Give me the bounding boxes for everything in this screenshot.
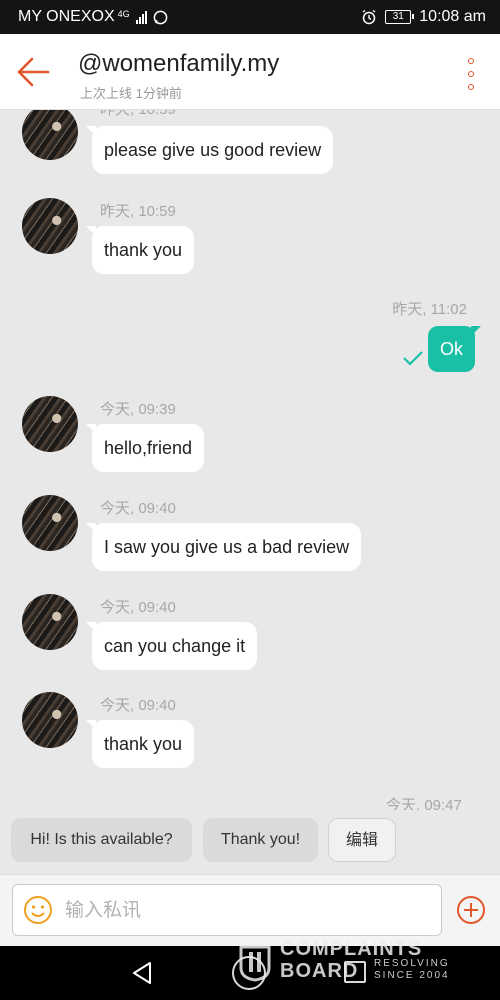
message-time: 昨天, 10:59 [100, 203, 176, 220]
avatar[interactable] [22, 594, 78, 650]
sent-check-icon [403, 351, 423, 366]
watermark-logo [239, 945, 271, 982]
message-time: 今天, 09:39 [100, 401, 176, 418]
message-bubble[interactable]: hello,friend [85, 424, 205, 472]
status-bar: MY ONEXOX 4G 31 10:08 am [0, 0, 500, 34]
watermark-tagline: SINCE 2004 [374, 970, 450, 981]
avatar[interactable] [22, 396, 78, 452]
avatar[interactable] [22, 198, 78, 254]
arrow-left-icon [17, 57, 50, 87]
message-bubble[interactable]: thank you [85, 720, 195, 768]
message-bubble[interactable]: thank you [85, 226, 195, 274]
avatar[interactable] [22, 692, 78, 748]
quick-replies: Hi! Is this available? Thank you! 编辑 [0, 810, 500, 874]
message-bubble[interactable]: can you change it [85, 622, 258, 670]
avatar[interactable] [22, 495, 78, 551]
edit-quick-replies-button[interactable]: 编辑 [328, 818, 396, 862]
more-vertical-icon[interactable] [464, 58, 478, 90]
message-bubble[interactable]: Ok [427, 326, 482, 372]
message-input[interactable] [65, 885, 435, 935]
quick-reply-chip[interactable]: Thank you! [203, 818, 318, 862]
whatsapp-icon [153, 10, 167, 24]
message-time: 昨天, 11:02 [392, 301, 467, 318]
composer [0, 874, 500, 946]
signal-icon [135, 10, 147, 24]
back-button[interactable] [14, 54, 54, 90]
message-time: 今天, 09:40 [100, 599, 176, 616]
avatar[interactable] [22, 110, 78, 160]
alarm-icon [362, 9, 376, 25]
watermark-tagline: RESOLVING [374, 958, 450, 969]
message-bubble[interactable]: please give us good review [85, 126, 334, 174]
watermark-text: BOARD [280, 960, 359, 982]
plus-circle-icon[interactable] [456, 895, 486, 925]
network-type: 4G [117, 9, 130, 19]
smiley-icon[interactable] [23, 895, 53, 925]
clock-time: 10:08 am [419, 8, 486, 25]
message-bubble[interactable]: I saw you give us a bad review [85, 523, 362, 571]
nav-back-icon[interactable] [130, 960, 154, 986]
message-time: 昨天, 10:59 [100, 110, 176, 119]
message-time: 今天, 09:40 [100, 697, 176, 714]
chat-header: @womenfamily.my 上次上线 1分钟前 [0, 34, 500, 110]
carrier-name: MY ONEXOX [18, 8, 115, 25]
message-input-box[interactable] [12, 884, 442, 936]
message-time: 今天, 09:47 [386, 797, 462, 810]
message-list[interactable]: 昨天, 10:59 please give us good review 昨天,… [0, 110, 500, 810]
message-time: 今天, 09:40 [100, 500, 176, 517]
last-seen: 上次上线 1分钟前 [80, 86, 182, 101]
battery-icon: 31 [385, 10, 415, 24]
watermark: COMPLAINTS BOARD RESOLVING SINCE 2004 [238, 938, 458, 986]
quick-reply-chip[interactable]: Hi! Is this available? [11, 818, 192, 862]
chat-title: @womenfamily.my [78, 50, 280, 77]
